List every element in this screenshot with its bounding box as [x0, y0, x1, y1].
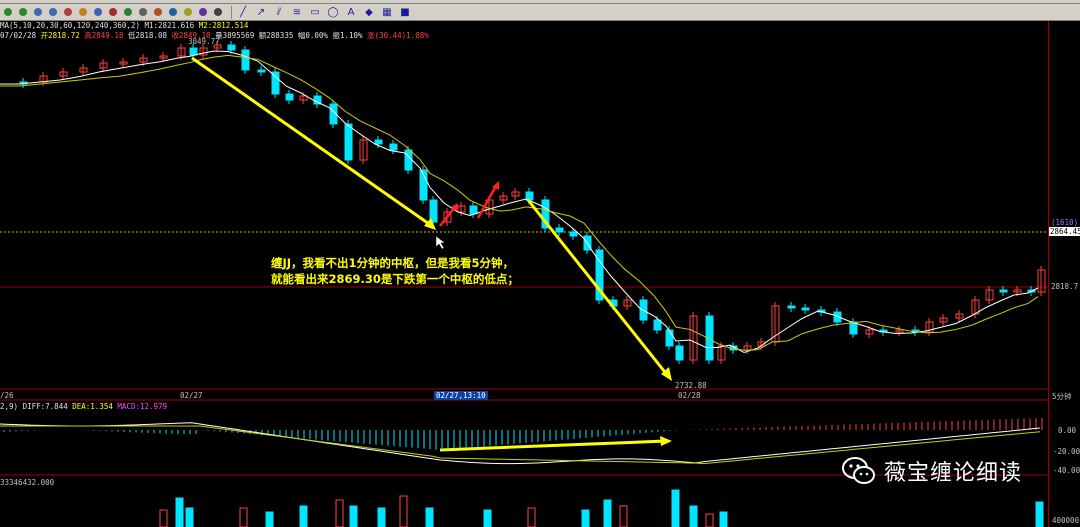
- candle-body: [665, 329, 674, 347]
- volume-readout: 33346432.000: [0, 478, 55, 487]
- annotation-line-1: 缠JJ，我看不出1分钟的中枢，但是我看5分钟，: [271, 256, 515, 270]
- annotation-line-2: 就能看出来2869.30是下跌第一个中枢的低点；: [271, 272, 519, 286]
- price-axis-line: [1048, 21, 1049, 527]
- high-marker-label: 3049.77: [188, 37, 220, 46]
- candle-body: [787, 305, 796, 309]
- macd-dea: DEA:1.354: [72, 402, 113, 411]
- macd-y-20: -20.00: [1053, 447, 1080, 456]
- volume-group: [159, 489, 1044, 527]
- macd-value: MACD:12.979: [117, 402, 168, 411]
- macd-arrow: [439, 439, 667, 452]
- downtrend-arrow-1: [191, 56, 433, 228]
- wechat-icon: [842, 457, 875, 484]
- candle-body: [675, 345, 684, 361]
- candle-body: [227, 44, 236, 51]
- volume-y-label: 400000: [1052, 516, 1080, 525]
- candle-body: [569, 231, 578, 237]
- candle-body: [525, 191, 534, 201]
- volume-bar: [719, 511, 728, 527]
- period-label: 5分钟: [1052, 392, 1072, 401]
- volume-bar: [527, 507, 536, 527]
- candle-body: [285, 93, 294, 101]
- ma-lines-group: [0, 50, 1039, 354]
- candle-body: [344, 123, 353, 161]
- volume-bar: [335, 499, 344, 527]
- current-price-label: 2818.7: [1051, 282, 1079, 291]
- volume-bar: [299, 505, 308, 527]
- volume-bar: [603, 499, 612, 527]
- mouse-cursor-icon: [435, 235, 446, 250]
- ma-slow-line: [0, 54, 1039, 351]
- cursor-date-label: 02/27,13:10: [434, 391, 488, 400]
- macd-params: 2,9): [0, 402, 19, 411]
- downtrend-arrow-2: [526, 199, 670, 377]
- date-label-1: 02/27: [180, 391, 203, 400]
- candle-body: [241, 49, 250, 71]
- volume-bar: [377, 507, 386, 527]
- volume-bar: [1035, 501, 1044, 527]
- low-marker-label: 2732.88: [675, 381, 707, 390]
- volume-bar: [185, 507, 194, 527]
- candle-body: [999, 289, 1008, 293]
- candle-body: [555, 227, 564, 233]
- dotted-level-price: 2864.45: [1049, 227, 1080, 236]
- annotation-text: 缠JJ，我看不出1分钟的中枢，但是我看5分钟， 就能看出来2869.30是下跌第…: [271, 255, 519, 287]
- candle-body: [801, 307, 810, 311]
- candle-body: [189, 47, 198, 56]
- candle-body: [469, 205, 478, 215]
- candle-body: [404, 149, 413, 171]
- volume-bar: [399, 495, 408, 527]
- volume-bar: [425, 507, 434, 527]
- ma-fast-line: [0, 50, 1039, 354]
- volume-bar: [239, 507, 248, 527]
- macd-arrow-head: [660, 436, 672, 446]
- volume-bar: [705, 513, 714, 527]
- volume-bar: [671, 489, 680, 527]
- volume-bar: [689, 505, 698, 527]
- candle-body: [389, 143, 398, 151]
- macd-readout: 2,9) DIFF:7.844 DEA:1.354 MACD:12.979: [0, 402, 167, 411]
- candle-body: [271, 71, 280, 95]
- volume-bar: [175, 497, 184, 527]
- date-label-0: /26: [0, 391, 14, 400]
- volume-bar: [581, 509, 590, 527]
- macd-y-0: 0.00: [1058, 426, 1077, 435]
- watermark-text: 薇宝缠论细读: [884, 461, 1023, 486]
- volume-bar: [159, 509, 168, 527]
- watermark: 薇宝缠论细读: [842, 455, 1022, 487]
- candle-body: [257, 69, 266, 73]
- kline-chart[interactable]: [0, 0, 1080, 527]
- date-label-2: 02/28: [678, 391, 701, 400]
- volume-bar: [619, 505, 628, 527]
- candle-body: [374, 139, 383, 145]
- dotted-level-tag: (1610): [1051, 218, 1079, 227]
- candles-group: [19, 41, 1046, 364]
- macd-diff: DIFF:7.844: [22, 402, 68, 411]
- macd-y-40: -40.00: [1053, 466, 1080, 475]
- volume-bar: [349, 505, 358, 527]
- volume-bar: [483, 509, 492, 527]
- volume-bar: [265, 511, 274, 527]
